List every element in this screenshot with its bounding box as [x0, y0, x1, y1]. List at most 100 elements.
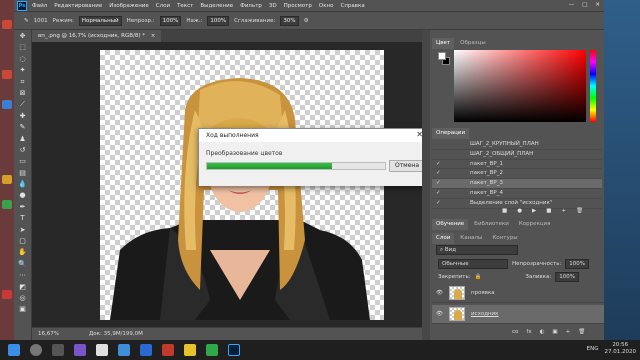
action-item-selected[interactable]: ✓ пакет_ВР_3 — [432, 179, 602, 189]
type-tool-icon[interactable]: T — [18, 214, 28, 222]
close-button[interactable]: ✕ — [595, 2, 600, 8]
opacity-field[interactable]: 100% — [159, 15, 182, 26]
action-item[interactable]: ШАГ_2_ОБЩИЙ_ПЛАН — [432, 150, 602, 160]
brush-tool-icon[interactable]: ✎ — [24, 18, 29, 24]
menu-select[interactable]: Выделение — [200, 3, 233, 9]
quick-mask-icon[interactable]: ◎ — [18, 294, 28, 302]
new-layer-icon[interactable]: + — [566, 329, 571, 335]
mode-select[interactable]: Нормальный — [78, 15, 122, 26]
app-icon[interactable] — [118, 344, 130, 356]
move-tool-icon[interactable]: ✥ — [18, 32, 28, 40]
action-item[interactable]: ШАГ_2_КРУПНЫЙ_ПЛАН — [432, 140, 602, 150]
menu-filter[interactable]: Фильтр — [240, 3, 262, 9]
group-icon[interactable]: ▣ — [552, 329, 557, 335]
menu-image[interactable]: Изображение — [109, 3, 149, 9]
more-tools-icon[interactable]: ⋯ — [18, 271, 28, 279]
desktop-icon[interactable] — [2, 20, 12, 29]
color-picker-field[interactable] — [454, 50, 586, 122]
history-brush-tool-icon[interactable]: ↺ — [18, 146, 28, 154]
desktop-icon[interactable] — [2, 290, 12, 299]
desktop-icon[interactable] — [2, 200, 12, 209]
action-check[interactable]: ✓ — [436, 160, 441, 170]
action-item[interactable]: ✓ пакет_ВР_4 — [432, 189, 602, 199]
action-check[interactable]: ✓ — [436, 189, 441, 199]
screen-mode-icon[interactable]: ▣ — [18, 305, 28, 313]
quick-select-tool-icon[interactable]: ✦ — [18, 66, 28, 74]
zoom-level[interactable]: 16,67% — [38, 331, 59, 337]
close-tab-icon[interactable]: × — [151, 33, 156, 39]
hand-tool-icon[interactable]: ✋ — [18, 248, 28, 256]
layer-row-selected[interactable]: 👁 исходник — [432, 305, 604, 324]
frame-tool-icon[interactable]: ⊠ — [18, 89, 28, 97]
zoom-tool-icon[interactable]: 🔍 — [18, 260, 28, 268]
gradient-tool-icon[interactable]: ▤ — [18, 169, 28, 177]
trash-icon[interactable]: 🗑 — [578, 329, 585, 335]
marquee-tool-icon[interactable]: ⬚ — [18, 43, 28, 51]
lock-icon[interactable]: 🔒 — [475, 274, 482, 280]
fx-icon[interactable]: fx — [526, 329, 531, 335]
tab-swatches[interactable]: Образцы — [456, 38, 490, 49]
menu-window[interactable]: Окно — [319, 3, 334, 9]
language-indicator[interactable]: ENG — [587, 346, 599, 352]
windows-start-icon[interactable] — [8, 344, 20, 356]
mask-icon[interactable]: ◐ — [540, 329, 545, 335]
eye-icon[interactable]: 👁 — [436, 290, 443, 296]
brush-size[interactable]: 1001 — [34, 18, 48, 24]
tab-color[interactable]: Цвет — [432, 38, 455, 49]
menu-type[interactable]: Текст — [177, 3, 193, 9]
path-select-tool-icon[interactable]: ➤ — [18, 226, 28, 234]
tab-actions[interactable]: Операции — [432, 128, 470, 139]
layer-row[interactable]: 👁 проявка — [432, 284, 604, 303]
desktop-icon[interactable] — [2, 100, 12, 109]
gear-icon[interactable]: ⚙ — [304, 18, 309, 24]
minimize-button[interactable]: — — [569, 2, 575, 8]
brush-tool-icon[interactable]: ✎ — [18, 123, 28, 131]
action-check[interactable]: ✓ — [436, 179, 441, 189]
link-layers-icon[interactable]: co — [512, 329, 518, 335]
app-icon[interactable] — [162, 344, 174, 356]
foreground-color-swatch[interactable] — [438, 52, 446, 60]
smoothing-field[interactable]: 30% — [280, 15, 299, 26]
clock[interactable]: 20:56 27.01.2020 — [605, 342, 637, 356]
eyedropper-tool-icon[interactable]: ⟋ — [18, 100, 28, 108]
browser-icon[interactable] — [96, 344, 108, 356]
healing-tool-icon[interactable]: ✚ — [18, 112, 28, 120]
crop-tool-icon[interactable]: ⌗ — [18, 78, 28, 86]
layer-opacity-field[interactable]: 100% — [565, 259, 590, 269]
pressure-field[interactable]: 100% — [207, 15, 230, 26]
app-icon[interactable] — [184, 344, 196, 356]
app-icon[interactable] — [74, 344, 86, 356]
desktop-icon[interactable] — [2, 70, 12, 79]
layer-name[interactable]: проявка — [471, 290, 495, 296]
lasso-tool-icon[interactable]: ◌ — [18, 55, 28, 63]
stamp-tool-icon[interactable]: ♟ — [18, 135, 28, 143]
menu-help[interactable]: Справка — [340, 3, 364, 9]
tab-layers[interactable]: Слои — [432, 233, 455, 244]
color-swatches-icon[interactable]: ◩ — [18, 283, 28, 291]
menu-edit[interactable]: Редактирование — [54, 3, 102, 9]
maximize-button[interactable]: □ — [582, 2, 587, 8]
menu-layers[interactable]: Слои — [156, 3, 170, 9]
menu-file[interactable]: Файл — [32, 3, 47, 9]
layer-name[interactable]: исходник — [471, 311, 499, 317]
task-view-icon[interactable] — [52, 344, 64, 356]
fill-field[interactable]: 100% — [555, 272, 579, 282]
blend-mode-select[interactable]: Обычные — [438, 259, 508, 269]
action-item[interactable]: ✓ пакет_ВР_1 — [432, 160, 602, 170]
eraser-tool-icon[interactable]: ▭ — [18, 157, 28, 165]
app-icon[interactable] — [206, 344, 218, 356]
action-item[interactable]: ✓ пакет_ВР_2 — [432, 169, 602, 180]
photoshop-taskbar-icon[interactable] — [228, 344, 240, 356]
tab-paths[interactable]: Контуры — [488, 233, 521, 244]
blur-tool-icon[interactable]: 💧 — [18, 180, 28, 188]
search-icon[interactable] — [30, 344, 42, 356]
menu-3d[interactable]: 3D — [269, 3, 277, 9]
hue-slider[interactable] — [590, 50, 596, 122]
shape-tool-icon[interactable]: ▢ — [18, 237, 28, 245]
eye-icon[interactable]: 👁 — [436, 311, 443, 317]
layer-filter-select[interactable]: ⌕ Вид — [436, 245, 518, 255]
tab-channels[interactable]: Каналы — [456, 233, 486, 244]
desktop-icon[interactable] — [2, 175, 12, 184]
menu-view[interactable]: Просмотр — [284, 3, 312, 9]
app-icon[interactable] — [140, 344, 152, 356]
